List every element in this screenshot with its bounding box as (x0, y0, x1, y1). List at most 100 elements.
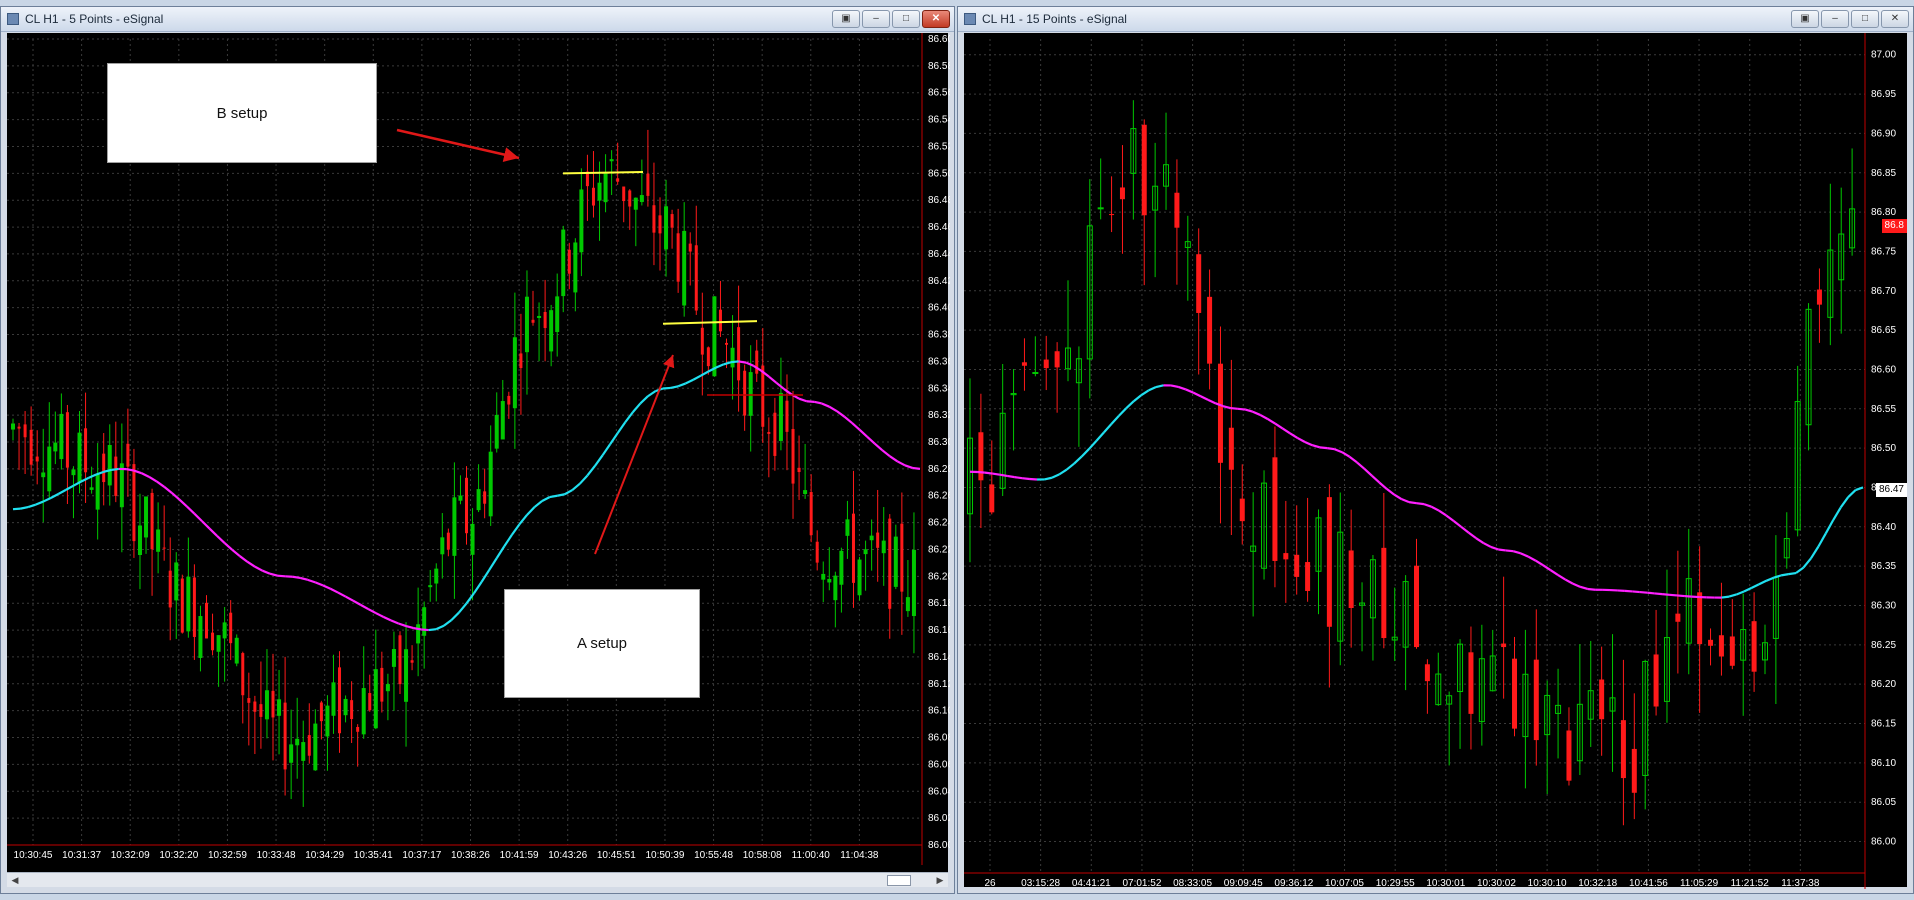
maximize-icon[interactable]: □ (1851, 10, 1879, 28)
moving-average-segment (155, 480, 165, 488)
time-label: 10:50:39 (645, 850, 684, 861)
price-label: 86.44 (928, 249, 950, 260)
moving-average-segment (495, 545, 506, 559)
candle-body (1729, 636, 1735, 666)
price-label: 86.80 (1871, 207, 1896, 218)
candle-body (1217, 363, 1223, 463)
moving-average-segment (262, 569, 271, 575)
moving-average-segment (677, 382, 687, 388)
candle-body (1294, 554, 1300, 577)
moving-average-segment (1579, 585, 1588, 591)
candle-body (440, 537, 445, 555)
candle-body (204, 602, 208, 639)
chart-window-5-points[interactable]: CL H1 - 5 Points - eSignal ▣ – □ ✕ 10:30… (0, 6, 955, 894)
price-chart[interactable]: 26 03:15:28 04:41:21 07:01:52 08:33:05 09:09:… (964, 33, 1909, 889)
candlestick-chart[interactable]: 26 03:15:28 04:41:21 07:01:52 08:33:05 09:09:… (964, 33, 1909, 889)
title-bar[interactable]: CL H1 - 5 Points - eSignal ▣ – □ ✕ (1, 7, 954, 32)
scroll-left-icon[interactable]: ◀ (9, 874, 21, 886)
time-label: 10:07:05 (1325, 878, 1364, 889)
moving-average-segment (503, 534, 513, 547)
moving-average-segment (1839, 496, 1850, 509)
moving-average-segment (1312, 444, 1321, 449)
moving-average-segment (375, 612, 384, 618)
close-icon[interactable]: ✕ (922, 10, 950, 28)
moving-average-segment (1520, 552, 1529, 558)
chart-window-icon (7, 13, 19, 25)
chart-window-15-points[interactable]: CL H1 - 15 Points - eSignal ▣ – □ ✕ 26 03… (957, 6, 1914, 894)
candle-body (512, 337, 517, 409)
minimize-icon[interactable]: – (1821, 10, 1849, 28)
moving-average-segment (35, 500, 44, 506)
close-icon[interactable]: ✕ (1881, 10, 1909, 28)
moving-average-segment (579, 474, 589, 485)
candle-body (567, 249, 571, 274)
moving-average-segment (1654, 592, 1663, 596)
moving-average-segment (382, 615, 392, 622)
price-label: 86.26 (928, 491, 950, 502)
candle-body (452, 497, 457, 556)
candle-body (989, 484, 995, 513)
title-bar[interactable]: CL H1 - 15 Points - eSignal ▣ – □ ✕ (958, 7, 1913, 32)
moving-average-segment (1274, 422, 1284, 430)
time-label: 04:41:21 (1072, 878, 1111, 889)
minimize-icon[interactable]: – (862, 10, 890, 28)
moving-average-segment (1007, 474, 1015, 479)
candle-body (1141, 124, 1147, 216)
moving-average-segment (1505, 549, 1514, 553)
price-label: 86.16 (928, 625, 950, 636)
moving-average-segment (398, 622, 407, 628)
candle-body (95, 474, 100, 510)
moving-average-segment (999, 473, 1008, 478)
moving-average-segment (881, 449, 891, 458)
moving-average-segment (1482, 542, 1492, 548)
candle-body (380, 667, 384, 702)
moving-average-segment (1795, 566, 1805, 574)
candle-body (422, 607, 427, 636)
moving-average-segment (836, 410, 846, 418)
candle-body (1196, 254, 1202, 313)
link-icon[interactable]: ▣ (832, 10, 860, 28)
moving-average-segment (564, 489, 573, 496)
scroll-thumb[interactable] (887, 875, 911, 886)
price-label: 86.12 (928, 679, 950, 690)
candle-body (84, 428, 88, 473)
price-label: 86.35 (1871, 561, 1896, 572)
candle-body (126, 443, 130, 467)
price-chart[interactable]: 10:30:45 10:31:37 10:32:09 10:32:20 10:32:59… (7, 33, 950, 887)
price-label: 86.30 (928, 437, 950, 448)
candle-body (712, 296, 717, 377)
candle-body (119, 463, 124, 508)
candle-body (404, 649, 409, 702)
candle-body (198, 616, 203, 658)
candle-body (1501, 643, 1507, 648)
candle-body (59, 413, 64, 460)
candle-body (1533, 659, 1539, 741)
moving-average-segment (1639, 590, 1648, 594)
candle-body (1631, 748, 1637, 793)
moving-average-segment (594, 454, 604, 467)
candle-body (343, 698, 348, 716)
candle-body (737, 327, 741, 381)
moving-average-segment (1058, 468, 1068, 476)
moving-average-segment (1669, 593, 1678, 597)
price-label: 86.20 (1871, 679, 1896, 690)
moving-average-segment (1817, 532, 1827, 548)
candle-body (29, 429, 33, 465)
link-icon[interactable]: ▣ (1791, 10, 1819, 28)
moving-average-segment (88, 473, 97, 479)
price-label: 86.54 (928, 115, 950, 126)
candle-body (1566, 730, 1572, 781)
time-label: 07:01:52 (1122, 878, 1161, 889)
candle-body (434, 568, 439, 584)
candle-body (1348, 550, 1354, 609)
candle-body (253, 701, 257, 712)
candle-body (222, 622, 227, 639)
maximize-icon[interactable]: □ (892, 10, 920, 28)
scroll-right-icon[interactable]: ▶ (934, 874, 946, 886)
horizontal-scrollbar[interactable]: ◀ ▶ (7, 872, 948, 887)
candle-body (1512, 658, 1518, 729)
moving-average-segment (1647, 591, 1655, 595)
candle-body (893, 536, 898, 587)
candle-body (35, 456, 39, 462)
candle-body (247, 698, 251, 703)
